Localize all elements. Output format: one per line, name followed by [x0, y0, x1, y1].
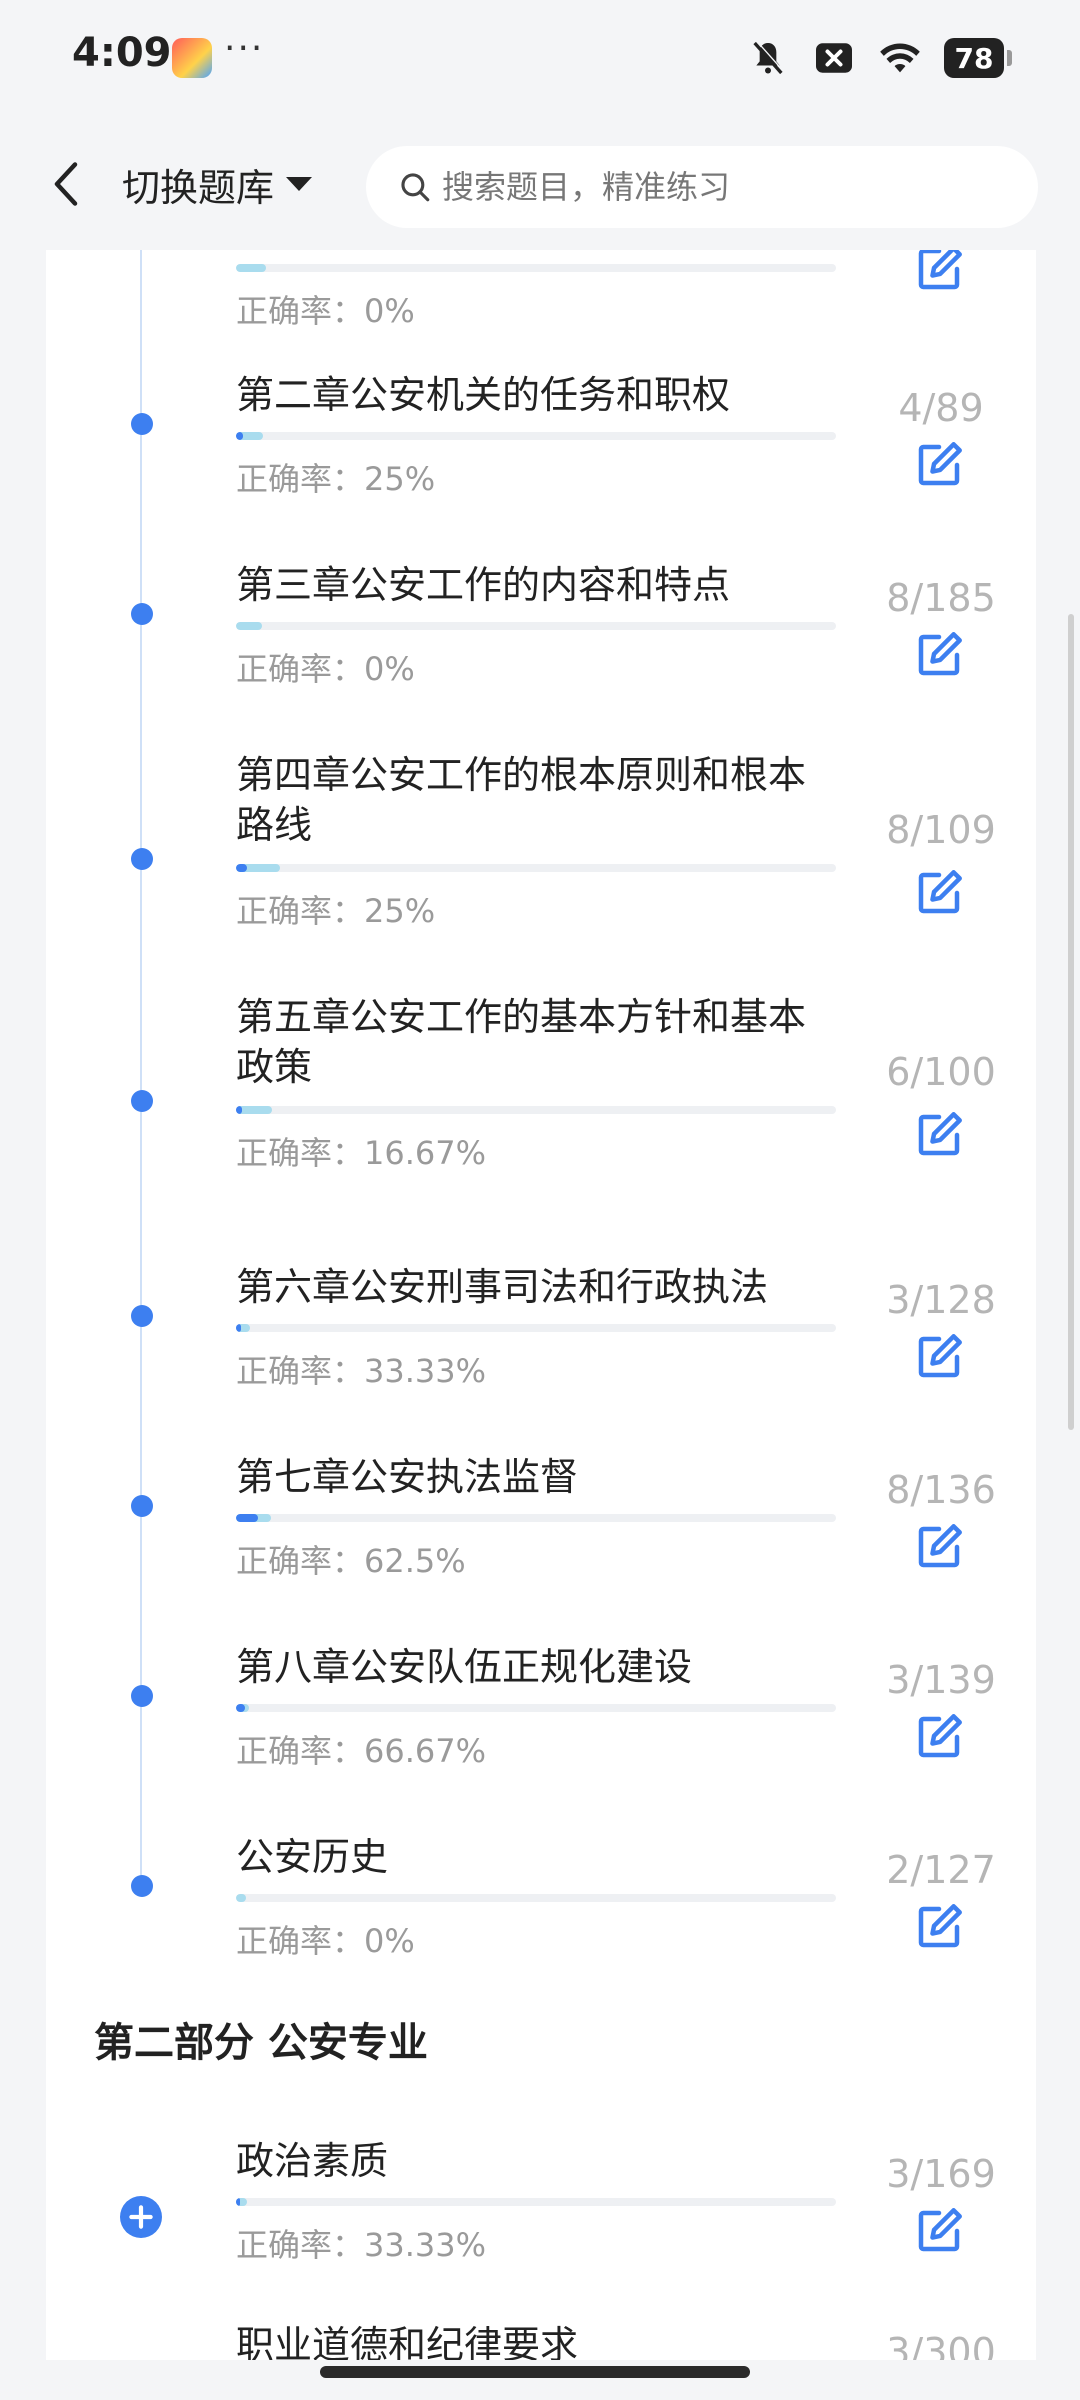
- status-icons: 78: [746, 36, 1012, 80]
- timeline-dot: [131, 1090, 153, 1112]
- timeline-dot: [131, 1685, 153, 1707]
- edit-icon[interactable]: [912, 250, 966, 296]
- section-heading: 第二部分 公安专业: [94, 2010, 428, 2072]
- question-count: 3/128: [886, 1278, 996, 1322]
- chapter-title: 第四章公安工作的根本原则和根本路线: [236, 753, 807, 847]
- accuracy-text: 正确率：16.67%: [236, 1134, 487, 1172]
- edit-icon[interactable]: [912, 628, 966, 682]
- edit-icon[interactable]: [912, 866, 966, 920]
- question-count: 2/127: [886, 1848, 996, 1892]
- chapter-title: 第二章公安机关的任务和职权: [236, 373, 731, 417]
- question-count: 3/300: [886, 2330, 996, 2360]
- question-count: 3/139: [886, 1658, 996, 1702]
- progress-bar: [236, 622, 836, 630]
- switch-bank-label: 切换题库: [122, 165, 275, 210]
- timeline-line: [140, 250, 142, 1890]
- edit-icon[interactable]: [912, 1520, 966, 1574]
- edit-icon[interactable]: [912, 1108, 966, 1162]
- accuracy-text: 正确率：25%: [236, 892, 436, 930]
- edit-icon[interactable]: [912, 1330, 966, 1384]
- chapter-list-card: 正确率：0% 第二章公安机关的任务和职权 正确率：25% 4/89 第三章公安工…: [46, 250, 1036, 2360]
- progress-bar: [236, 1894, 836, 1902]
- edit-icon[interactable]: [912, 2204, 966, 2258]
- chapter-title: 第七章公安执法监督: [236, 1455, 579, 1499]
- bell-muted-icon: [746, 36, 790, 80]
- chapter-title: 第八章公安队伍正规化建设: [236, 1645, 693, 1689]
- question-count: 3/169: [886, 2152, 996, 2196]
- edit-icon[interactable]: [912, 1710, 966, 1764]
- accuracy-text: 正确率：0%: [236, 292, 415, 330]
- timeline-dot: [131, 1495, 153, 1517]
- status-time: 4:09: [72, 30, 172, 76]
- chevron-left-icon: [54, 162, 78, 206]
- timeline-dot: [131, 1875, 153, 1897]
- accuracy-text: 正确率：25%: [236, 460, 436, 498]
- chapter-title: 第六章公安刑事司法和行政执法: [236, 1265, 769, 1309]
- progress-bar: [236, 1514, 836, 1522]
- switch-bank-dropdown[interactable]: 切换题库: [122, 154, 313, 214]
- more-notifications-icon: ···: [224, 28, 265, 69]
- progress-bar: [236, 264, 836, 272]
- timeline-dot: [131, 603, 153, 625]
- question-count: 8/136: [886, 1468, 996, 1512]
- app-notification-icon: [172, 38, 212, 78]
- search-icon: [401, 173, 430, 202]
- timeline-dot: [131, 848, 153, 870]
- status-bar: 4:09 ··· 78: [0, 0, 1080, 120]
- back-button[interactable]: [36, 152, 96, 216]
- progress-bar: [236, 1324, 836, 1332]
- question-count: 4/89: [898, 386, 984, 430]
- progress-bar: [236, 1106, 836, 1114]
- chapter-title: 第五章公安工作的基本方针和基本政策: [236, 995, 807, 1089]
- chapter-title: 职业道德和纪律要求: [236, 2323, 579, 2360]
- edit-icon[interactable]: [912, 438, 966, 492]
- progress-bar: [236, 432, 836, 440]
- chapter-title: 公安历史: [236, 1835, 389, 1879]
- header: 切换题库: [0, 120, 1080, 250]
- accuracy-text: 正确率：0%: [236, 650, 415, 688]
- expand-plus-icon[interactable]: [120, 2196, 162, 2238]
- accuracy-text: 正确率：62.5%: [236, 1542, 466, 1580]
- accuracy-text: 正确率：33.33%: [236, 2226, 487, 2264]
- chapter-title: 政治素质: [236, 2139, 389, 2183]
- question-count: 6/100: [886, 1050, 996, 1094]
- question-count: 8/109: [886, 808, 996, 852]
- timeline-dot: [131, 1305, 153, 1327]
- scrollbar[interactable]: [1068, 614, 1074, 1430]
- accuracy-text: 正确率：66.67%: [236, 1732, 487, 1770]
- progress-bar: [236, 864, 836, 872]
- caret-down-icon: [286, 177, 313, 191]
- search-input[interactable]: [442, 168, 1002, 206]
- timeline-dot: [131, 413, 153, 435]
- wifi-icon: [878, 36, 922, 80]
- chapter-title: 第三章公安工作的内容和特点: [236, 563, 731, 607]
- no-sim-icon: [812, 36, 856, 80]
- question-count: 8/185: [886, 576, 996, 620]
- accuracy-text: 正确率：0%: [236, 1922, 415, 1960]
- progress-bar: [236, 1704, 836, 1712]
- accuracy-text: 正确率：33.33%: [236, 1352, 487, 1390]
- search-bar[interactable]: [366, 146, 1038, 228]
- home-indicator[interactable]: [320, 2366, 750, 2378]
- progress-bar: [236, 2198, 836, 2206]
- edit-icon[interactable]: [912, 1900, 966, 1954]
- battery-indicator: 78: [944, 38, 1012, 78]
